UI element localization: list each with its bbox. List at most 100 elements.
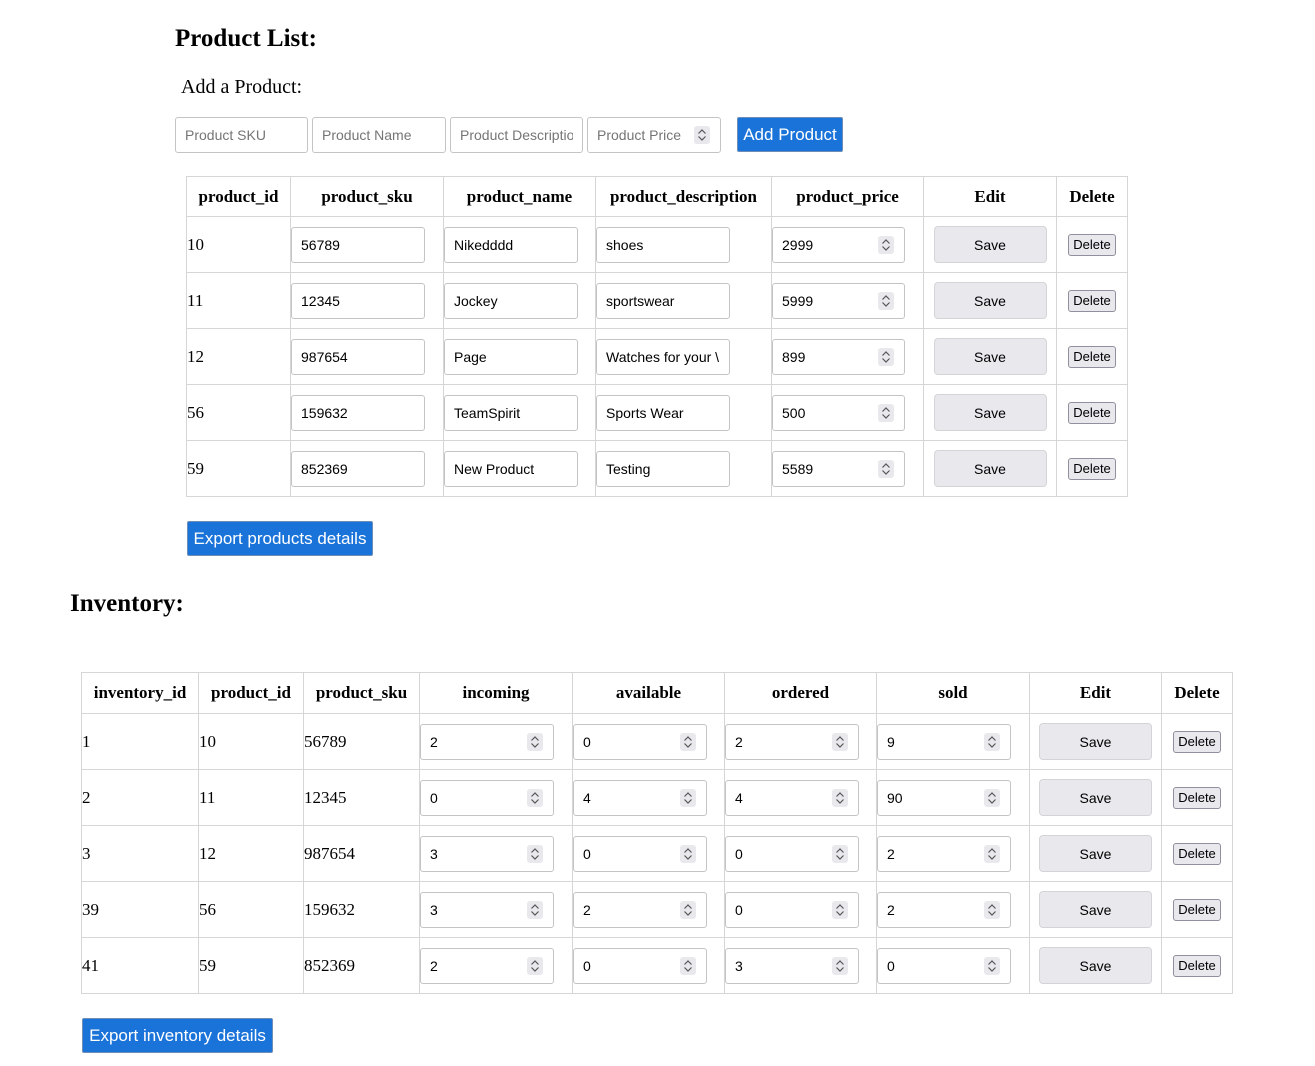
inventory-edit-cell: Save — [1029, 825, 1162, 882]
delete-button[interactable]: Delete — [1068, 289, 1116, 312]
spinner-arrows-icon[interactable] — [832, 956, 848, 975]
spinner-arrows-icon[interactable] — [984, 732, 1000, 751]
delete-button[interactable]: Delete — [1173, 898, 1221, 921]
spinner-arrows-icon[interactable] — [680, 788, 696, 807]
product-sku-input[interactable] — [175, 117, 308, 153]
save-button[interactable]: Save — [1039, 947, 1152, 984]
product-description-field[interactable] — [596, 226, 730, 263]
spinner-arrows-icon[interactable] — [878, 347, 894, 366]
save-button[interactable]: Save — [933, 338, 1047, 375]
save-button[interactable]: Save — [1039, 891, 1152, 928]
product-price-input-field — [772, 394, 905, 431]
spinner-arrows-icon[interactable] — [832, 788, 848, 807]
spinner-arrows-icon[interactable] — [984, 956, 1000, 975]
product-sku-field[interactable] — [291, 338, 425, 375]
product-price-field — [587, 117, 721, 153]
product-description-input[interactable] — [450, 117, 583, 153]
spinner-arrows-icon[interactable] — [527, 956, 543, 975]
save-button[interactable]: Save — [933, 282, 1047, 319]
inventory-edit-cell: Save — [1029, 769, 1162, 826]
spinner-arrows-icon[interactable] — [878, 459, 894, 478]
product-row: 12 Save Delete — [186, 328, 1128, 385]
save-button[interactable]: Save — [1039, 835, 1152, 872]
inventory-edit-cell: Save — [1029, 937, 1162, 994]
inventory-sold-cell — [876, 937, 1030, 994]
product-name-field[interactable] — [444, 450, 578, 487]
spinner-arrows-icon[interactable] — [680, 844, 696, 863]
spinner-arrows-icon[interactable] — [878, 235, 894, 254]
save-button[interactable]: Save — [933, 394, 1047, 431]
product-description-cell — [595, 384, 772, 441]
spinner-arrows-icon[interactable] — [832, 844, 848, 863]
product-edit-cell: Save — [923, 216, 1057, 273]
product-price-input-field — [772, 226, 905, 263]
product-description-field[interactable] — [596, 450, 730, 487]
spinner-arrows-icon[interactable] — [527, 732, 543, 751]
delete-button[interactable]: Delete — [1068, 233, 1116, 256]
save-button[interactable]: Save — [933, 226, 1047, 263]
product-name-field[interactable] — [444, 394, 578, 431]
product-name-input[interactable] — [312, 117, 446, 153]
inventory-sold-cell — [876, 713, 1030, 770]
inventory-column-header: product_id — [198, 672, 304, 714]
product-sku-field[interactable] — [291, 450, 425, 487]
product-sku-field[interactable] — [291, 394, 425, 431]
inventory-row: 21112345 Save Delete — [81, 769, 1233, 826]
product-description-field[interactable] — [596, 282, 730, 319]
spinner-arrows-icon[interactable] — [984, 900, 1000, 919]
delete-button[interactable]: Delete — [1173, 954, 1221, 977]
sold-input-field — [877, 891, 1011, 928]
add-product-button[interactable]: Add Product — [737, 117, 843, 152]
spinner-arrows-icon[interactable] — [984, 788, 1000, 807]
products-column-header: product_name — [443, 176, 596, 217]
product-price-cell — [771, 328, 924, 385]
delete-button[interactable]: Delete — [1173, 730, 1221, 753]
product-id-cell: 10 — [186, 216, 291, 273]
product-name-field[interactable] — [444, 282, 578, 319]
spinner-arrows-icon[interactable] — [527, 788, 543, 807]
save-button[interactable]: Save — [1039, 723, 1152, 760]
save-button[interactable]: Save — [933, 450, 1047, 487]
inventory-incoming-cell — [419, 937, 573, 994]
spinner-arrows-icon[interactable] — [878, 403, 894, 422]
spinner-arrows-icon[interactable] — [527, 900, 543, 919]
spinner-arrows-icon[interactable] — [680, 732, 696, 751]
product-name-field[interactable] — [444, 338, 578, 375]
spinner-arrows-icon[interactable] — [832, 900, 848, 919]
spinner-arrows-icon[interactable] — [680, 956, 696, 975]
spinner-arrows-icon[interactable] — [984, 844, 1000, 863]
delete-button[interactable]: Delete — [1068, 457, 1116, 480]
delete-button[interactable]: Delete — [1173, 786, 1221, 809]
product-edit-cell: Save — [923, 328, 1057, 385]
delete-button[interactable]: Delete — [1173, 842, 1221, 865]
inventory-ordered-cell — [724, 937, 877, 994]
product-price-cell — [771, 272, 924, 329]
spinner-arrows-icon[interactable] — [694, 126, 710, 144]
inventory-column-header: inventory_id — [81, 672, 199, 714]
save-button[interactable]: Save — [1039, 779, 1152, 816]
inventory-column-header: Delete — [1161, 672, 1233, 714]
product-sku-cell — [290, 384, 444, 441]
inventory-sold-cell — [876, 881, 1030, 938]
export-products-button[interactable]: Export products details — [187, 521, 373, 556]
delete-button[interactable]: Delete — [1068, 401, 1116, 424]
product-description-cell — [595, 440, 772, 497]
inventory-available-cell — [572, 713, 725, 770]
product-sku-field[interactable] — [291, 226, 425, 263]
product-description-field[interactable] — [596, 338, 730, 375]
export-inventory-button[interactable]: Export inventory details — [82, 1018, 273, 1053]
spinner-arrows-icon[interactable] — [527, 844, 543, 863]
inventory-product-id-cell: 12 — [198, 825, 304, 882]
product-name-field[interactable] — [444, 226, 578, 263]
inventory-column-header: product_sku — [303, 672, 420, 714]
spinner-arrows-icon[interactable] — [832, 732, 848, 751]
delete-button[interactable]: Delete — [1068, 345, 1116, 368]
spinner-arrows-icon[interactable] — [680, 900, 696, 919]
product-sku-field[interactable] — [291, 282, 425, 319]
spinner-arrows-icon[interactable] — [878, 291, 894, 310]
product-description-field[interactable] — [596, 394, 730, 431]
product-description-cell — [595, 272, 772, 329]
available-input-field — [573, 891, 707, 928]
available-input-field — [573, 947, 707, 984]
inventory-delete-cell: Delete — [1161, 881, 1233, 938]
